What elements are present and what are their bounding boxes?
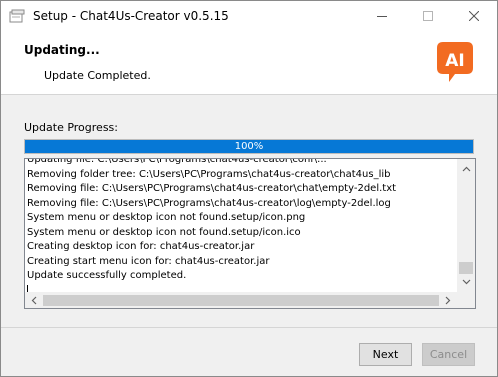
- scroll-left-button[interactable]: [26, 292, 42, 308]
- title-bar[interactable]: Setup - Chat4Us-Creator v0.5.15: [1, 1, 497, 32]
- maximize-button[interactable]: [405, 1, 451, 31]
- progress-bar: 100%: [24, 139, 474, 154]
- minimize-icon: [377, 16, 387, 17]
- log-line: Removing file: C:\Users\PC\Programs\chat…: [27, 197, 391, 209]
- chevron-up-icon: [462, 166, 470, 172]
- scroll-corner: [457, 292, 475, 308]
- log-line: System menu or desktop icon not found.se…: [27, 212, 306, 223]
- wizard-header: Updating... Update Completed. AI: [1, 32, 497, 95]
- page-title: Updating...: [24, 43, 100, 57]
- setup-window: Setup - Chat4Us-Creator v0.5.15 Updating…: [0, 0, 498, 377]
- minimize-button[interactable]: [359, 1, 405, 31]
- log-line: System menu or desktop icon not found.se…: [27, 226, 301, 238]
- log-line: Removing folder tree: C:\Users\PC\Progra…: [27, 168, 391, 180]
- log-lines: Updating file: C:\Users\PC\Programs\chat…: [27, 159, 396, 292]
- log-textarea[interactable]: Updating file: C:\Users\PC\Programs\chat…: [24, 158, 476, 309]
- progress-label: Update Progress:: [24, 121, 118, 134]
- page-subtitle: Update Completed.: [44, 69, 151, 82]
- log-line: Update successfully completed.: [27, 270, 187, 281]
- close-icon: [469, 11, 479, 21]
- log-line: Removing file: C:\Users\PC\Programs\chat…: [27, 183, 397, 194]
- window-title: Setup - Chat4Us-Creator v0.5.15: [33, 9, 229, 23]
- horizontal-scrollbar[interactable]: [25, 292, 457, 308]
- chevron-right-icon: [445, 296, 451, 305]
- cancel-button[interactable]: Cancel: [422, 343, 475, 366]
- vertical-scroll-thumb[interactable]: [459, 262, 473, 274]
- scroll-right-button[interactable]: [440, 292, 456, 308]
- text-caret: [27, 284, 28, 292]
- vertical-scrollbar[interactable]: [457, 159, 475, 292]
- chevron-down-icon: [462, 279, 470, 285]
- log-line: Creating desktop icon for: chat4us-creat…: [27, 241, 255, 252]
- log-line: Updating file: C:\Users\PC\Programs\chat…: [27, 159, 327, 165]
- progress-percent: 100%: [234, 141, 264, 152]
- ai-chat-logo-icon: AI: [437, 42, 473, 82]
- maximize-icon: [423, 11, 433, 21]
- next-button[interactable]: Next: [359, 343, 412, 366]
- scroll-up-button[interactable]: [457, 161, 475, 177]
- footer-divider: [1, 327, 497, 328]
- close-button[interactable]: [451, 1, 497, 31]
- installer-icon: [9, 9, 25, 23]
- chevron-left-icon: [31, 296, 37, 305]
- horizontal-scroll-thumb[interactable]: [43, 295, 439, 306]
- logo-text: AI: [445, 51, 464, 71]
- scroll-down-button[interactable]: [457, 274, 475, 290]
- log-content[interactable]: Updating file: C:\Users\PC\Programs\chat…: [27, 159, 457, 292]
- log-line: Creating start menu icon for: chat4us-cr…: [27, 255, 270, 267]
